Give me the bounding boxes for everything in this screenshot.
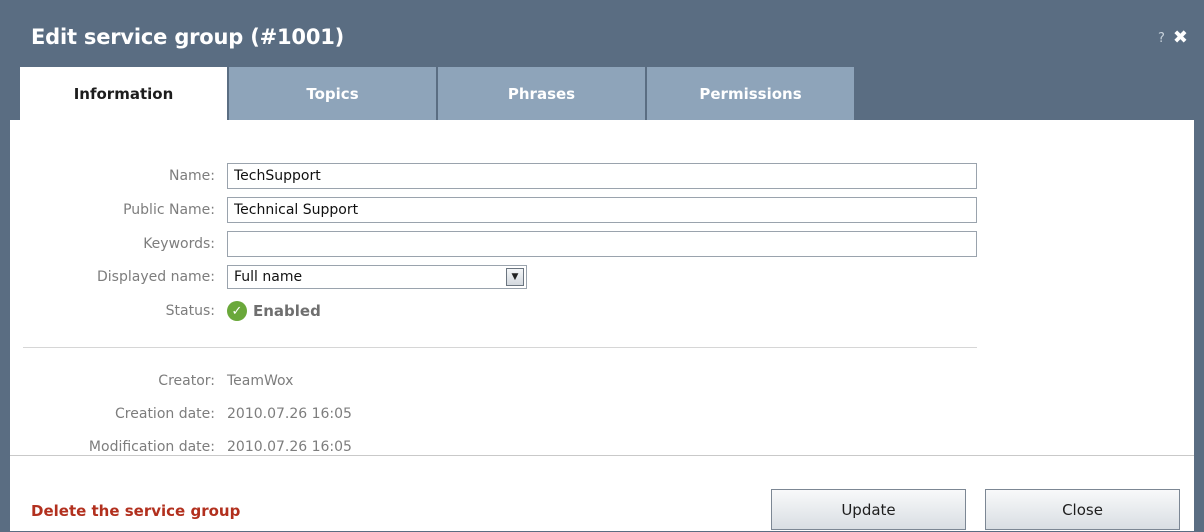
- keywords-label: Keywords:: [143, 236, 215, 252]
- status-indicator: ✓ Enabled: [227, 301, 321, 321]
- close-button[interactable]: Close: [985, 489, 1180, 530]
- keywords-input[interactable]: [227, 231, 977, 257]
- creation-date-value: 2010.07.26 16:05: [227, 406, 352, 422]
- status-value: Enabled: [253, 302, 321, 320]
- update-button[interactable]: Update: [771, 489, 966, 530]
- public-name-label: Public Name:: [123, 202, 215, 218]
- row-status: Status: ✓ Enabled: [10, 298, 1194, 324]
- creation-date-label: Creation date:: [115, 406, 215, 422]
- section-divider: [23, 347, 977, 348]
- tab-phrases[interactable]: Phrases: [438, 67, 647, 120]
- displayed-name-label: Displayed name:: [97, 269, 215, 285]
- creator-label: Creator:: [158, 373, 215, 389]
- row-name: Name:: [10, 163, 1194, 189]
- status-label: Status:: [165, 303, 215, 319]
- check-circle-icon: ✓: [227, 301, 247, 321]
- public-name-input[interactable]: [227, 197, 977, 223]
- modification-date-label: Modification date:: [88, 439, 215, 455]
- dialog-title: Edit service group (#1001): [31, 25, 345, 49]
- delete-service-group-link[interactable]: Delete the service group: [31, 502, 240, 520]
- footer-separator: [10, 455, 1194, 456]
- row-public-name: Public Name:: [10, 197, 1194, 223]
- tab-information[interactable]: Information: [20, 67, 229, 120]
- close-icon[interactable]: ✖: [1173, 29, 1188, 47]
- edit-service-group-dialog: Edit service group (#1001) ? ✖ Informati…: [0, 0, 1204, 532]
- row-creation-date: Creation date: 2010.07.26 16:05: [10, 401, 1194, 427]
- title-controls: ? ✖: [1158, 29, 1188, 47]
- displayed-name-value: Full name: [234, 269, 303, 285]
- tab-topics[interactable]: Topics: [229, 67, 438, 120]
- help-icon[interactable]: ?: [1158, 31, 1165, 46]
- name-label: Name:: [168, 168, 215, 184]
- row-keywords: Keywords:: [10, 231, 1194, 257]
- creator-value: TeamWox: [227, 373, 294, 389]
- tab-permissions[interactable]: Permissions: [647, 67, 856, 120]
- row-displayed-name: Displayed name: Full name ▼: [10, 264, 1194, 290]
- chevron-down-icon[interactable]: ▼: [506, 268, 524, 286]
- row-creator: Creator: TeamWox: [10, 368, 1194, 394]
- tab-bar: Information Topics Phrases Permissions: [20, 67, 856, 120]
- name-input[interactable]: [227, 163, 977, 189]
- modification-date-value: 2010.07.26 16:05: [227, 439, 352, 455]
- row-modification-date: Modification date: 2010.07.26 16:05: [10, 434, 1194, 460]
- displayed-name-select[interactable]: Full name ▼: [227, 265, 527, 289]
